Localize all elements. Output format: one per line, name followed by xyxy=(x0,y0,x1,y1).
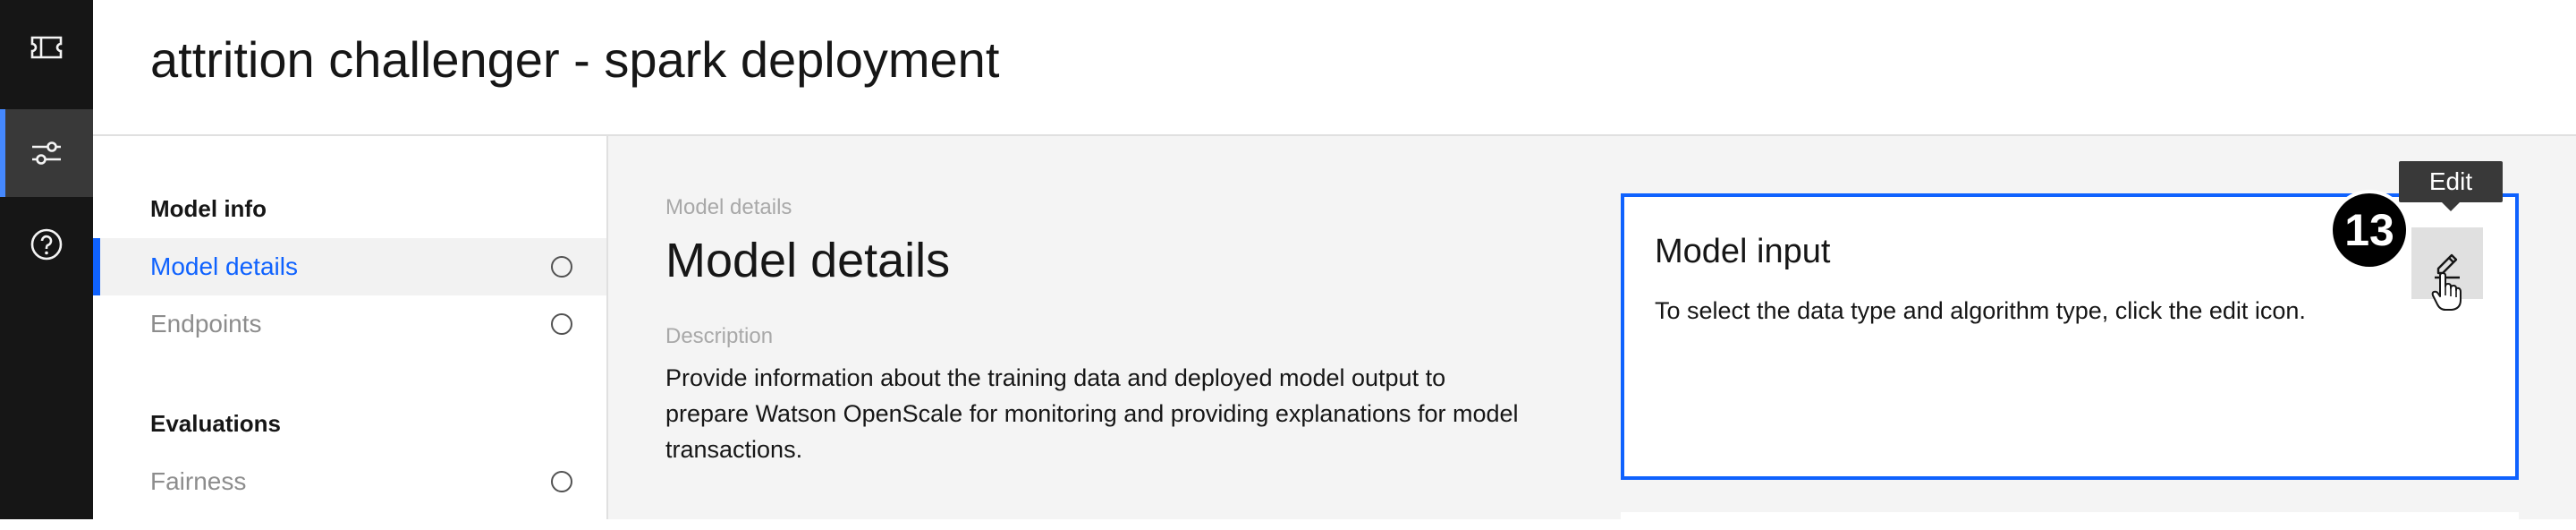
nav-item-label: Endpoints xyxy=(150,310,262,338)
nav-item-endpoints[interactable]: Endpoints xyxy=(93,295,606,353)
rail-help-button[interactable] xyxy=(0,201,93,288)
edit-tooltip: Edit xyxy=(2399,161,2503,211)
card-title: Model input xyxy=(1655,233,1831,270)
description-text: Provide information about the training d… xyxy=(665,364,1519,463)
sliders-icon xyxy=(32,141,61,165)
page-header: attrition challenger - spark deployment xyxy=(93,0,2576,136)
nav-item-label: Model details xyxy=(150,252,298,280)
status-circle-icon xyxy=(551,471,572,492)
section-title: Model details xyxy=(665,234,951,287)
status-circle-icon xyxy=(551,313,572,335)
left-rail xyxy=(0,0,93,519)
step-badge: 13 xyxy=(2333,193,2406,267)
rail-ticket-button[interactable] xyxy=(0,4,93,91)
breadcrumb: Model details xyxy=(665,195,792,219)
status-circle-icon xyxy=(551,256,572,278)
nav-item-label: Fairness xyxy=(150,467,247,495)
nav-section-model-info: Model info xyxy=(150,195,267,222)
hand-cursor-icon xyxy=(2431,272,2462,311)
nav-item-fairness[interactable]: Fairness xyxy=(93,453,606,510)
rail-configure-button[interactable] xyxy=(0,109,93,197)
sidebar-nav: Model info Model details Endpoints Evalu… xyxy=(93,136,608,519)
nav-section-evaluations: Evaluations xyxy=(150,410,281,437)
next-card xyxy=(1621,512,2519,530)
ticket-icon xyxy=(30,36,63,59)
description-label: Description xyxy=(665,324,774,348)
nav-item-model-details[interactable]: Model details xyxy=(93,238,606,295)
card-text: To select the data type and algorithm ty… xyxy=(1655,297,2306,324)
page-title: attrition challenger - spark deployment xyxy=(150,31,1000,88)
help-icon xyxy=(30,228,63,261)
